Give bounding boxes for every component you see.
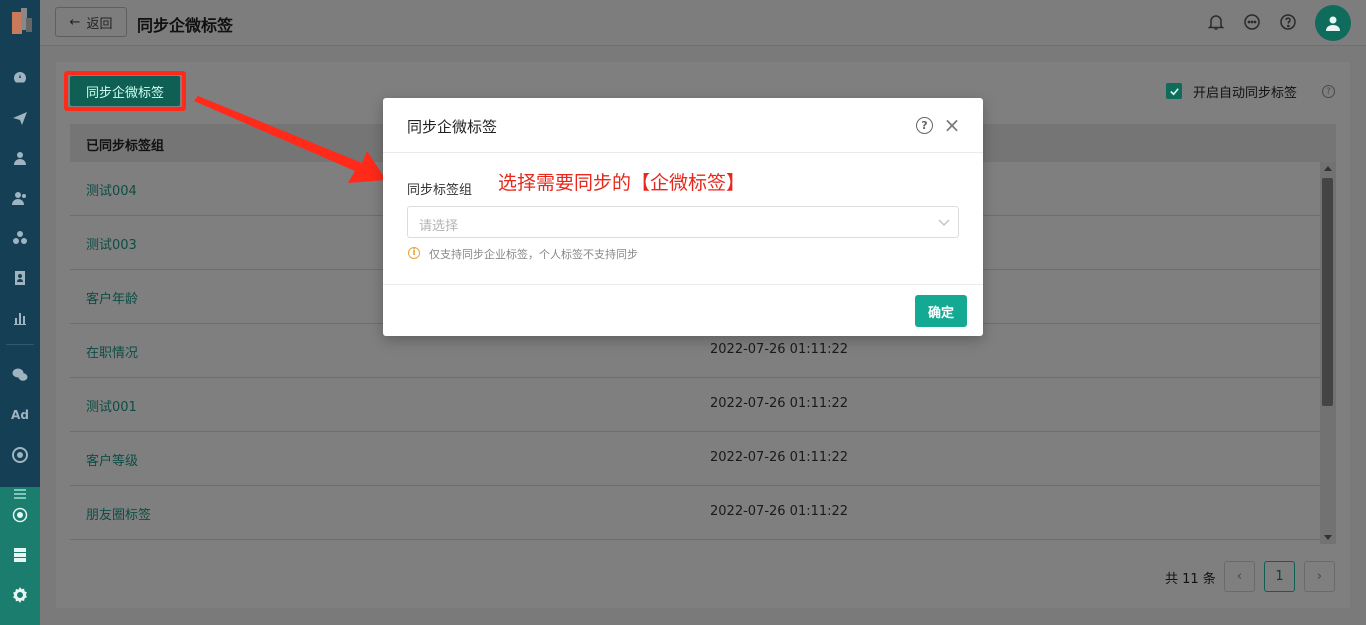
sync-tags-dialog: 同步企微标签 ? × 同步标签组 选择需要同步的【企微标签】 请选择 i 仅支持… bbox=[383, 98, 983, 336]
pagination-total: 共 11 条 bbox=[1165, 572, 1216, 587]
sync-time: 2022-07-26 01:11:22 bbox=[710, 342, 849, 357]
users-icon[interactable] bbox=[8, 186, 32, 210]
contact-card-icon[interactable] bbox=[8, 266, 32, 290]
annotation-text: 选择需要同步的【企微标签】 bbox=[498, 172, 746, 194]
sidebar-active-section bbox=[0, 487, 40, 625]
confirm-button[interactable]: 确定 bbox=[915, 295, 967, 327]
tag-group-field-label: 同步标签组 bbox=[407, 183, 473, 198]
user-icon bbox=[1326, 16, 1340, 31]
gear-icon[interactable] bbox=[8, 583, 32, 607]
wechat-icon[interactable] bbox=[8, 363, 32, 387]
table-scrollbar[interactable] bbox=[1320, 162, 1336, 544]
table-row: 朋友圈标签 2022-07-26 01:11:22 bbox=[70, 486, 1320, 540]
prev-page-button[interactable]: ‹ bbox=[1224, 561, 1255, 592]
tag-group-name[interactable]: 客户等级 bbox=[86, 450, 138, 469]
column-header-tag-group: 已同步标签组 bbox=[86, 139, 165, 154]
ad-label: Ad bbox=[11, 408, 29, 422]
next-page-button[interactable]: › bbox=[1304, 561, 1335, 592]
logo bbox=[8, 8, 32, 38]
help-icon[interactable] bbox=[1278, 12, 1298, 32]
ad-icon[interactable]: Ad bbox=[8, 403, 32, 427]
server-icon[interactable] bbox=[8, 543, 32, 567]
page-number-button[interactable]: 1 bbox=[1264, 561, 1295, 592]
group-icon[interactable] bbox=[8, 226, 32, 250]
auto-sync-checkbox[interactable] bbox=[1166, 83, 1182, 99]
annotation-highlight-box bbox=[64, 71, 186, 111]
tag-group-name[interactable]: 测试003 bbox=[86, 234, 137, 253]
tag-group-name[interactable]: 测试001 bbox=[86, 396, 137, 415]
sync-time: 2022-07-26 01:11:22 bbox=[710, 450, 849, 465]
back-button[interactable]: ← 返回 bbox=[55, 7, 127, 37]
back-label: 返回 bbox=[86, 16, 113, 32]
tag-group-name[interactable]: 在职情况 bbox=[86, 342, 138, 361]
target-icon[interactable] bbox=[8, 443, 32, 467]
dashboard-icon[interactable] bbox=[8, 66, 32, 90]
select-placeholder: 请选择 bbox=[419, 219, 459, 234]
tag-group-select[interactable]: 请选择 bbox=[407, 206, 959, 238]
sync-time: 2022-07-26 01:11:22 bbox=[710, 396, 849, 411]
tag-group-name[interactable]: 客户年龄 bbox=[86, 288, 138, 307]
list-icon[interactable] bbox=[8, 487, 32, 503]
dialog-header: 同步企微标签 ? × bbox=[383, 98, 983, 153]
auto-sync-help-icon[interactable]: ? bbox=[1322, 85, 1335, 98]
sidebar-divider bbox=[6, 344, 34, 345]
dialog-footer-divider bbox=[383, 284, 983, 285]
scroll-thumb[interactable] bbox=[1322, 178, 1333, 406]
chart-icon[interactable] bbox=[8, 306, 32, 330]
dialog-help-icon[interactable]: ? bbox=[916, 117, 933, 134]
user-icon[interactable] bbox=[8, 146, 32, 170]
top-bar: ← 返回 同步企微标签 bbox=[40, 0, 1366, 46]
sync-tip-text: 仅支持同步企业标签，个人标签不支持同步 bbox=[429, 248, 638, 261]
tag-group-name[interactable]: 朋友圈标签 bbox=[86, 504, 151, 523]
network-icon[interactable] bbox=[8, 503, 32, 527]
scroll-down-icon[interactable] bbox=[1324, 535, 1332, 540]
page-title: 同步企微标签 bbox=[137, 16, 234, 35]
bell-icon[interactable] bbox=[1206, 12, 1226, 32]
chevron-down-icon bbox=[938, 219, 950, 226]
info-icon: i bbox=[408, 247, 420, 259]
table-row: 测试001 2022-07-26 01:11:22 bbox=[70, 378, 1320, 432]
arrow-left-icon: ← bbox=[69, 14, 81, 30]
send-icon[interactable] bbox=[8, 106, 32, 130]
sync-time: 2022-07-26 01:11:22 bbox=[710, 504, 849, 519]
check-icon bbox=[1169, 87, 1179, 95]
sidebar: Ad bbox=[0, 0, 40, 625]
close-icon[interactable]: × bbox=[943, 115, 961, 135]
table-row: 客户等级 2022-07-26 01:11:22 bbox=[70, 432, 1320, 486]
auto-sync-label: 开启自动同步标签 bbox=[1193, 86, 1298, 101]
scroll-up-icon[interactable] bbox=[1324, 166, 1332, 171]
dialog-title: 同步企微标签 bbox=[407, 118, 498, 136]
tag-group-name[interactable]: 测试004 bbox=[86, 180, 137, 199]
avatar[interactable] bbox=[1315, 5, 1351, 41]
message-icon[interactable] bbox=[1242, 12, 1262, 32]
